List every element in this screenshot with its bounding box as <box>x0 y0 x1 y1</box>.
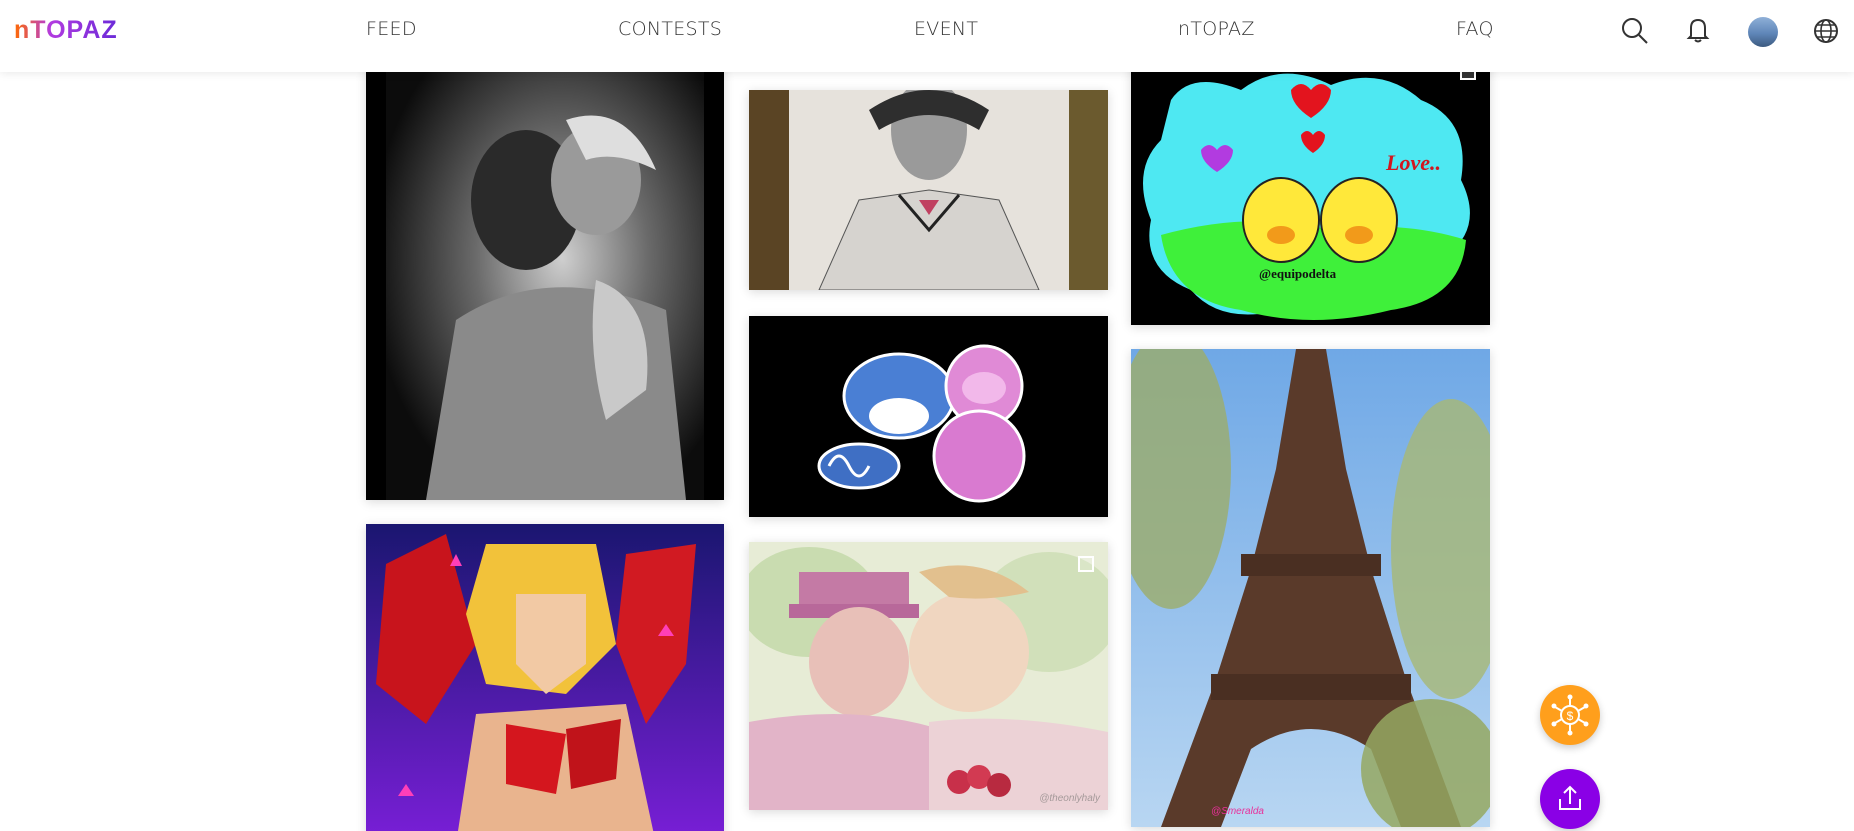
multi-image-icon <box>1078 556 1094 572</box>
nav-ntopaz[interactable]: nTOPAZ <box>1178 18 1255 40</box>
search-icon[interactable] <box>1620 16 1650 46</box>
svg-text:$: $ <box>1567 709 1574 723</box>
top-navigation-bar: nTOPAZ FEED CONTESTS EVENT nTOPAZ FAQ <box>0 0 1854 72</box>
avatar[interactable] <box>1748 17 1778 47</box>
upload-button[interactable] <box>1540 769 1600 829</box>
watercolor-watermark: @theonlyhaly <box>1039 793 1100 804</box>
ducks-love-text: Love.. <box>1385 150 1441 175</box>
feed-tile-lowpoly-woman[interactable] <box>366 524 724 831</box>
feed-tile-eiffel-tower[interactable]: @Smeralda <box>1131 349 1490 827</box>
globe-icon[interactable] <box>1811 16 1841 46</box>
nav-contests[interactable]: CONTESTS <box>618 18 722 40</box>
nav-event[interactable]: EVENT <box>914 18 978 40</box>
feed-tile-watercolor-couple[interactable]: @theonlyhaly <box>749 542 1108 810</box>
eiffel-watermark: @Smeralda <box>1211 806 1264 817</box>
feed-tile-drawing-man[interactable] <box>749 90 1108 290</box>
ducks-love-handle: @equipodelta <box>1259 266 1337 281</box>
nav-faq[interactable]: FAQ <box>1456 18 1494 40</box>
bell-icon[interactable] <box>1683 15 1713 45</box>
feed-tile-panda-sloth[interactable] <box>749 316 1108 517</box>
feed-tile-bw-couple[interactable] <box>366 60 724 500</box>
nav-feed[interactable]: FEED <box>366 18 417 40</box>
ntopaz-logo[interactable]: nTOPAZ <box>14 16 118 45</box>
exchange-button[interactable]: $ <box>1540 685 1600 745</box>
feed-tile-ducks-love[interactable]: Love.. @equipodelta <box>1131 60 1490 325</box>
